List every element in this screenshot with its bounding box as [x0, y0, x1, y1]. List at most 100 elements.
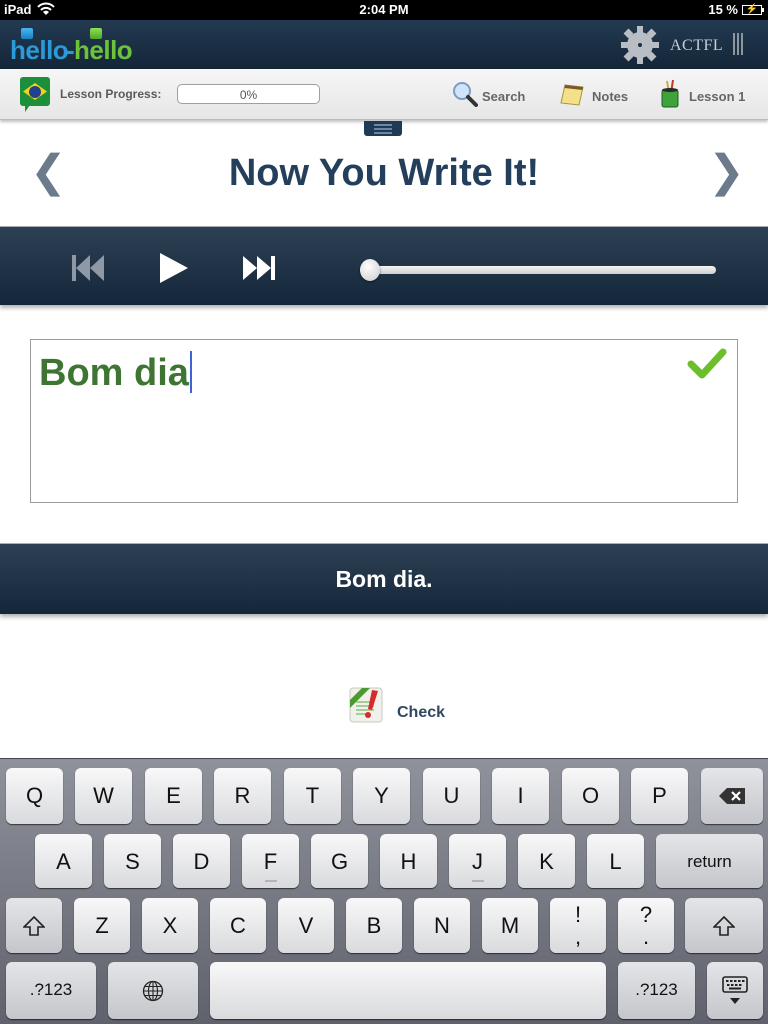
key-label: Z: [95, 913, 109, 938]
key-l[interactable]: L: [587, 834, 644, 888]
onscreen-keyboard: Q W E R T Y U I O P A S D F G H J K L re…: [0, 758, 768, 1024]
key-label: X: [162, 913, 178, 938]
key-u[interactable]: U: [423, 768, 480, 824]
key-bottom-char: ,: [574, 924, 582, 949]
correct-checkmark-icon: [687, 348, 727, 379]
pencil-cup-icon: [661, 79, 679, 108]
key-e[interactable]: E: [145, 768, 202, 824]
check-label: Check: [397, 704, 446, 721]
check-button[interactable]: Check: [344, 684, 454, 728]
lesson-progress-bar: 0%: [177, 84, 320, 104]
space-bar[interactable]: [210, 962, 606, 1019]
key-x[interactable]: X: [142, 898, 198, 953]
return-key[interactable]: return: [656, 834, 763, 888]
key-label: U: [443, 783, 460, 808]
key-f[interactable]: F: [242, 834, 299, 888]
battery-percent: 15 %: [708, 2, 738, 17]
key-j[interactable]: J: [449, 834, 506, 888]
brazil-flag-icon[interactable]: [20, 77, 50, 112]
key-label: E: [166, 783, 181, 808]
shift-key-left[interactable]: [6, 898, 62, 953]
key-h[interactable]: H: [380, 834, 437, 888]
key-label: return: [687, 852, 732, 871]
key-label: D: [193, 849, 210, 874]
hide-keyboard-key[interactable]: [707, 962, 763, 1019]
key-q[interactable]: Q: [6, 768, 63, 824]
shift-key-right[interactable]: [685, 898, 763, 953]
backspace-key[interactable]: [701, 768, 763, 824]
home-row-marker: [264, 880, 277, 882]
key-label: O: [581, 783, 600, 808]
key-label: M: [500, 913, 520, 938]
answer-input[interactable]: Bom dia: [30, 339, 738, 503]
actfl-emblem-icon: [621, 26, 659, 64]
globe-key[interactable]: [108, 962, 198, 1019]
globe-icon: [142, 980, 164, 1001]
key-r[interactable]: R: [214, 768, 271, 824]
key-d[interactable]: D: [173, 834, 230, 888]
key-z[interactable]: Z: [74, 898, 130, 953]
key-g[interactable]: G: [311, 834, 368, 888]
key-p[interactable]: P: [631, 768, 688, 824]
audio-progress-slider[interactable]: [360, 266, 716, 274]
key-v[interactable]: V: [278, 898, 334, 953]
search-button[interactable]: Search: [448, 79, 528, 111]
key-label: I: [517, 783, 524, 808]
key-y[interactable]: Y: [353, 768, 410, 824]
numbers-key-right[interactable]: .?123: [618, 962, 695, 1019]
notes-label: Notes: [592, 89, 629, 104]
key-b[interactable]: B: [346, 898, 402, 953]
lesson-button[interactable]: Lesson 1: [657, 79, 749, 111]
key-label: B: [366, 913, 382, 938]
skip-forward-icon[interactable]: [240, 253, 280, 283]
numbers-key-left[interactable]: .?123: [6, 962, 96, 1019]
key-label: .?123: [29, 980, 73, 999]
home-row-marker: [471, 880, 484, 882]
key-a[interactable]: A: [35, 834, 92, 888]
key-question-period[interactable]: ? .: [618, 898, 674, 953]
key-label: A: [56, 849, 71, 874]
key-i[interactable]: I: [492, 768, 549, 824]
shift-icon: [713, 915, 735, 936]
battery-icon: ⚡: [742, 4, 764, 15]
expected-answer-text: Bom dia.: [335, 566, 433, 592]
key-o[interactable]: O: [562, 768, 619, 824]
key-s[interactable]: S: [104, 834, 161, 888]
key-m[interactable]: M: [482, 898, 538, 953]
logo-dash: -: [66, 35, 75, 65]
check-document-icon: [349, 687, 383, 723]
actfl-bars-icon: [733, 33, 743, 55]
notepad-icon: [560, 84, 584, 106]
audio-player: [0, 226, 768, 305]
key-label: Y: [374, 783, 389, 808]
clock: 2:04 PM: [359, 2, 409, 17]
keyboard-dismiss-icon: [722, 975, 748, 1004]
key-label: H: [400, 849, 417, 874]
key-label: T: [305, 783, 320, 808]
key-label: L: [609, 849, 622, 874]
key-top-char: !: [574, 902, 582, 927]
key-k[interactable]: K: [518, 834, 575, 888]
key-exclaim-comma[interactable]: ! ,: [550, 898, 606, 953]
key-w[interactable]: W: [75, 768, 132, 824]
key-label: K: [539, 849, 554, 874]
backspace-icon: [719, 788, 745, 804]
key-label: Q: [25, 783, 44, 808]
notes-button[interactable]: Notes: [557, 79, 632, 111]
drawer-handle[interactable]: [364, 121, 402, 136]
key-t[interactable]: T: [284, 768, 341, 824]
next-page-button[interactable]: ❯: [708, 148, 745, 196]
play-icon[interactable]: [156, 253, 192, 283]
audio-slider-thumb[interactable]: [360, 259, 380, 281]
key-label: N: [434, 913, 450, 938]
key-bottom-char: .: [642, 924, 650, 949]
text-cursor: [189, 350, 192, 393]
progress-text: 0%: [239, 88, 258, 102]
key-c[interactable]: C: [210, 898, 266, 953]
logo-word-left: hello: [10, 35, 69, 65]
skip-back-icon[interactable]: [70, 253, 108, 283]
key-label: W: [93, 783, 114, 808]
lesson-toolbar: Lesson Progress: 0% Search Notes Lesson …: [0, 69, 768, 120]
key-label: .?123: [635, 980, 678, 999]
key-n[interactable]: N: [414, 898, 470, 953]
